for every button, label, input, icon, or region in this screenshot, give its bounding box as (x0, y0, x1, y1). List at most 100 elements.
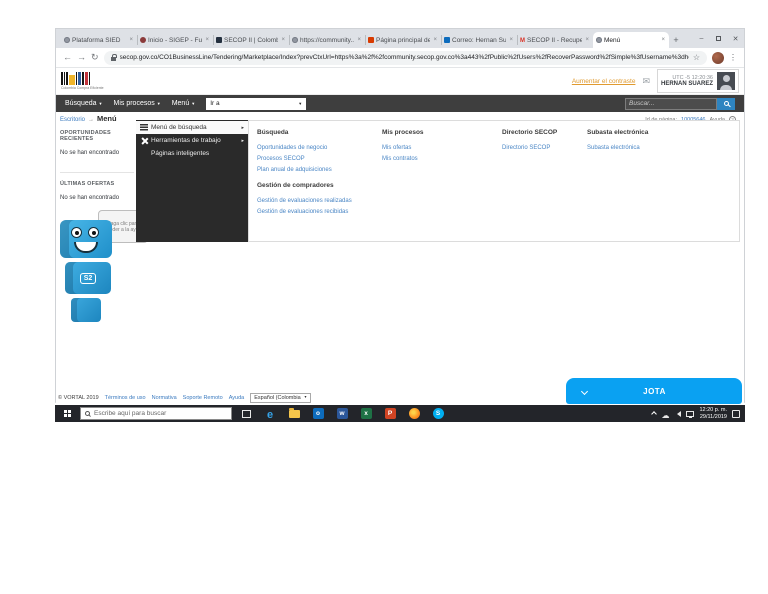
maximize-button[interactable] (710, 29, 727, 48)
tab-close-icon[interactable]: × (128, 37, 134, 43)
search-button[interactable] (717, 97, 735, 110)
tab-secop-ii[interactable]: SECOP II | Colombi... × (213, 32, 289, 48)
tab-strip: Plataforma SIED × Inicio - SIGEP - Fun..… (56, 29, 744, 48)
tab-close-icon[interactable]: × (280, 37, 286, 43)
excel-button[interactable] (356, 405, 376, 422)
link-evaluaciones-recibidas[interactable]: Gestión de evaluaciones recibidas (257, 209, 379, 215)
nav-mis-procesos[interactable]: Mis procesos ▼ (114, 100, 161, 107)
page-footer: © VORTAL 2019 Términos de uso Normativa … (58, 393, 312, 403)
bookmark-star-icon[interactable]: ☆ (693, 53, 700, 62)
language-select[interactable]: Español (Colombia ▼ (250, 393, 312, 403)
logo-caption: Colombia Compra Eficiente (61, 86, 104, 90)
copyright-text: © VORTAL 2019 (58, 395, 99, 401)
minimize-button[interactable]: – (693, 29, 710, 48)
column-heading: Mis procesos (382, 129, 424, 136)
footer-link-terminos[interactable]: Términos de uso (105, 395, 146, 401)
browser-menu-icon[interactable]: ⋮ (729, 53, 737, 62)
volume-icon[interactable] (674, 410, 682, 417)
goto-select[interactable]: Ir a ▼ (206, 97, 307, 110)
powerpoint-button[interactable] (380, 405, 400, 422)
jota-chat-widget[interactable]: JOTA (566, 378, 742, 404)
left-sidebar: OPORTUNIDADES RECIENTES No se han encont… (60, 130, 134, 201)
breadcrumb: Escritorio → Menú (60, 114, 117, 123)
sidebar-empty-text: No se han encontrado (60, 195, 120, 201)
search-input[interactable] (625, 97, 717, 110)
action-center-icon[interactable] (732, 409, 740, 418)
windows-logo-icon (63, 410, 67, 413)
link-mis-contratos[interactable]: Mis contratos (382, 156, 504, 162)
link-mis-ofertas[interactable]: Mis ofertas (382, 145, 504, 151)
tab-close-icon[interactable]: × (432, 37, 438, 43)
tab-title: Menú (604, 36, 621, 44)
link-oportunidades-de-negocio[interactable]: Oportunidades de negocio (257, 145, 379, 151)
envelope-icon[interactable]: ✉ (642, 76, 650, 87)
address-bar[interactable]: secop.gov.co/CO1BusinessLine/Tendering/M… (103, 50, 707, 65)
breadcrumb-home-link[interactable]: Escritorio (60, 117, 85, 123)
tab-plataforma-sied[interactable]: Plataforma SIED × (61, 32, 137, 48)
increase-contrast-link[interactable]: Aumentar el contraste (572, 78, 636, 85)
column-heading: Subasta electrónica (587, 129, 649, 136)
sidebar-section-title: OPORTUNIDADES RECIENTES (60, 130, 111, 142)
user-box[interactable]: UTC -5 12:20:36 HERNAN SUAREZ (656, 69, 739, 93)
forward-icon[interactable]: → (77, 53, 86, 62)
nav-menu[interactable]: Menú ▼ (172, 100, 195, 107)
tab-menu-active[interactable]: Menú × (593, 32, 669, 48)
tab-close-icon[interactable]: × (204, 37, 210, 43)
edge-taskbar-button[interactable] (260, 405, 280, 422)
tab-gmail-secop[interactable]: SECOP II - Recuper... × (517, 32, 593, 48)
link-subasta-electronica[interactable]: Subasta electrónica (587, 145, 709, 151)
footer-link-ayuda[interactable]: Ayuda (229, 395, 245, 401)
tray-time: 12:20 p. m. (699, 406, 727, 413)
robot-eye (71, 227, 82, 238)
tab-community[interactable]: https://community... × (289, 32, 365, 48)
column-heading: Gestión de compradores (257, 182, 334, 189)
tab-close-icon[interactable]: × (660, 37, 666, 43)
menu-item-herramientas[interactable]: Herramientas de trabajo ▸ (136, 134, 248, 147)
tab-correo[interactable]: Correo: Hernan Su... × (441, 32, 517, 48)
taskbar-search-input[interactable] (94, 410, 227, 417)
footer-link-soporte[interactable]: Soporte Remoto (183, 395, 223, 401)
start-button[interactable] (58, 405, 76, 422)
task-view-button[interactable] (236, 405, 256, 422)
file-explorer-button[interactable] (284, 405, 304, 422)
user-avatar[interactable] (717, 72, 735, 90)
tab-sigep[interactable]: Inicio - SIGEP - Fun... × (137, 32, 213, 48)
onedrive-cloud-icon[interactable] (661, 405, 669, 423)
link-evaluaciones-realizadas[interactable]: Gestión de evaluaciones realizadas (257, 198, 379, 204)
firefox-button[interactable] (404, 405, 424, 422)
nav-busqueda[interactable]: Búsqueda ▼ (65, 100, 103, 107)
nav-label: Búsqueda (65, 100, 97, 107)
taskbar-search[interactable] (80, 407, 232, 420)
footer-link-normativa[interactable]: Normativa (152, 395, 177, 401)
network-icon[interactable] (686, 410, 695, 418)
menu-item-menu-de-busqueda[interactable]: Menú de búsqueda ▸ (136, 121, 248, 134)
tab-close-icon[interactable]: × (584, 37, 590, 43)
search-icon (723, 101, 729, 106)
clock-widget[interactable]: 12:20 p. m. 29/11/2019 (699, 407, 727, 420)
tab-office[interactable]: Página principal de... × (365, 32, 441, 48)
link-plan-anual[interactable]: Plan anual de adquisiciones (257, 167, 379, 173)
close-button[interactable]: ✕ (727, 29, 744, 48)
new-tab-button[interactable]: + (669, 32, 683, 48)
url-text[interactable]: secop.gov.co/CO1BusinessLine/Tendering/M… (120, 54, 689, 61)
menu-item-label: Herramientas de trabajo (151, 137, 221, 144)
tab-close-icon[interactable]: × (356, 37, 362, 43)
breadcrumb-arrow-icon: → (88, 117, 95, 123)
outlook-button[interactable] (308, 405, 328, 422)
skype-button[interactable] (428, 405, 448, 422)
tab-close-icon[interactable]: × (508, 37, 514, 43)
reload-icon[interactable]: ↻ (91, 53, 99, 62)
back-icon[interactable]: ← (63, 53, 72, 62)
search-icon (85, 411, 90, 416)
skype-icon (432, 408, 444, 419)
link-procesos-secop[interactable]: Procesos SECOP (257, 156, 379, 162)
powerpoint-icon (384, 408, 396, 419)
word-button[interactable] (332, 405, 352, 422)
profile-avatar[interactable] (712, 51, 724, 64)
tray-expand-icon[interactable] (651, 410, 658, 417)
nav-label: Mis procesos (113, 100, 155, 107)
maximize-icon (716, 36, 721, 41)
page-title: Menú (97, 114, 117, 123)
tab-title: SECOP II - Recuper... (527, 36, 583, 44)
menu-item-paginas-inteligentes[interactable]: Páginas inteligentes (136, 147, 248, 160)
